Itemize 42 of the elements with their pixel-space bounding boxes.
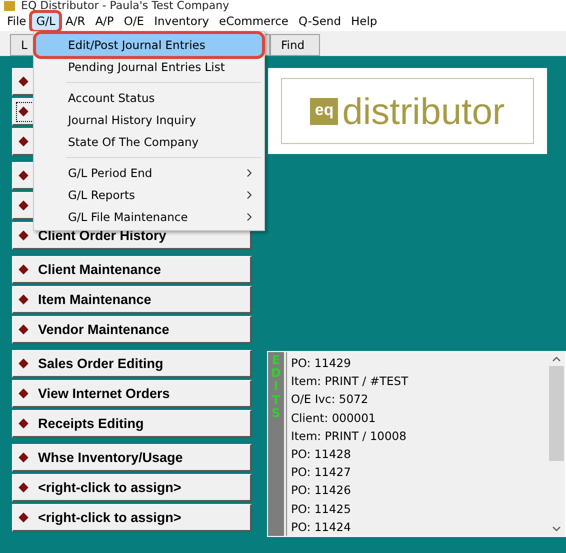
edit-entry[interactable]: Item: PRINT / #TEST <box>291 372 548 390</box>
menu-entry[interactable]: Journal History Inquiry <box>36 109 262 131</box>
shortcut-button[interactable]: View Internet Orders <box>12 380 252 408</box>
edits-label: EDITS <box>270 354 282 422</box>
menu-item[interactable]: eCommerce <box>214 12 294 31</box>
edit-entry[interactable]: Item: PRINT / 10008 <box>291 426 548 446</box>
shortcut-button[interactable]: Receipts Editing <box>12 410 252 438</box>
window-title: EQ Distributor - Paula's Test Company <box>21 0 230 12</box>
shortcut-button[interactable]: Vendor Maintenance <box>12 316 252 344</box>
edit-entry[interactable]: PO: 11424 <box>291 518 548 536</box>
menu-item[interactable]: Inventory <box>149 12 214 31</box>
shortcut-button[interactable]: Sales Order Editing <box>12 350 252 378</box>
menu-entry[interactable]: State Of The Company <box>36 131 262 153</box>
edit-entry[interactable]: PO: 11428 <box>291 445 548 464</box>
app-icon <box>4 1 15 11</box>
scroll-thumb[interactable] <box>549 366 564 461</box>
shortcut-button[interactable]: <right-click to assign> <box>12 504 252 532</box>
shortcut-button[interactable]: Item Maintenance <box>12 286 252 314</box>
menu-entry[interactable]: Pending Journal Entries List <box>36 56 262 78</box>
shortcut-button[interactable]: Client Maintenance <box>12 256 252 284</box>
menu-item[interactable]: File <box>2 12 32 31</box>
menu-item[interactable]: O/E <box>118 12 150 31</box>
edit-entry[interactable]: PO: 11429 <box>291 354 548 372</box>
menu-entry[interactable]: Edit/Post Journal Entries <box>36 34 262 56</box>
edit-entry[interactable]: PO: 11427 <box>291 463 548 482</box>
toolbar-button[interactable]: Find <box>270 34 320 56</box>
edit-entry[interactable]: PO: 11425 <box>291 500 548 518</box>
menu-item[interactable]: A/P <box>90 12 119 31</box>
logo-text: distributor <box>342 92 505 130</box>
shortcut-button[interactable]: <right-click to assign> <box>12 474 252 502</box>
shortcut-button[interactable]: Whse Inventory/Usage <box>12 444 252 472</box>
menu-item[interactable]: Q-Send <box>294 12 346 31</box>
menu-entry[interactable]: G/L Period End <box>36 162 262 184</box>
menu-item[interactable]: A/R <box>60 12 90 31</box>
edit-entry[interactable]: Client: 000001 <box>291 408 548 427</box>
edit-entry[interactable]: O/E Ivc: 5072 <box>291 390 548 409</box>
logo-mark: eq <box>310 98 338 124</box>
menu-item[interactable]: G/L <box>31 12 60 31</box>
edit-entry[interactable]: PO: 11426 <box>291 481 548 500</box>
menu-item[interactable]: Help <box>346 12 382 31</box>
menu-entry[interactable]: G/L Reports <box>36 184 262 206</box>
menu-entry[interactable]: Account Status <box>36 87 262 109</box>
